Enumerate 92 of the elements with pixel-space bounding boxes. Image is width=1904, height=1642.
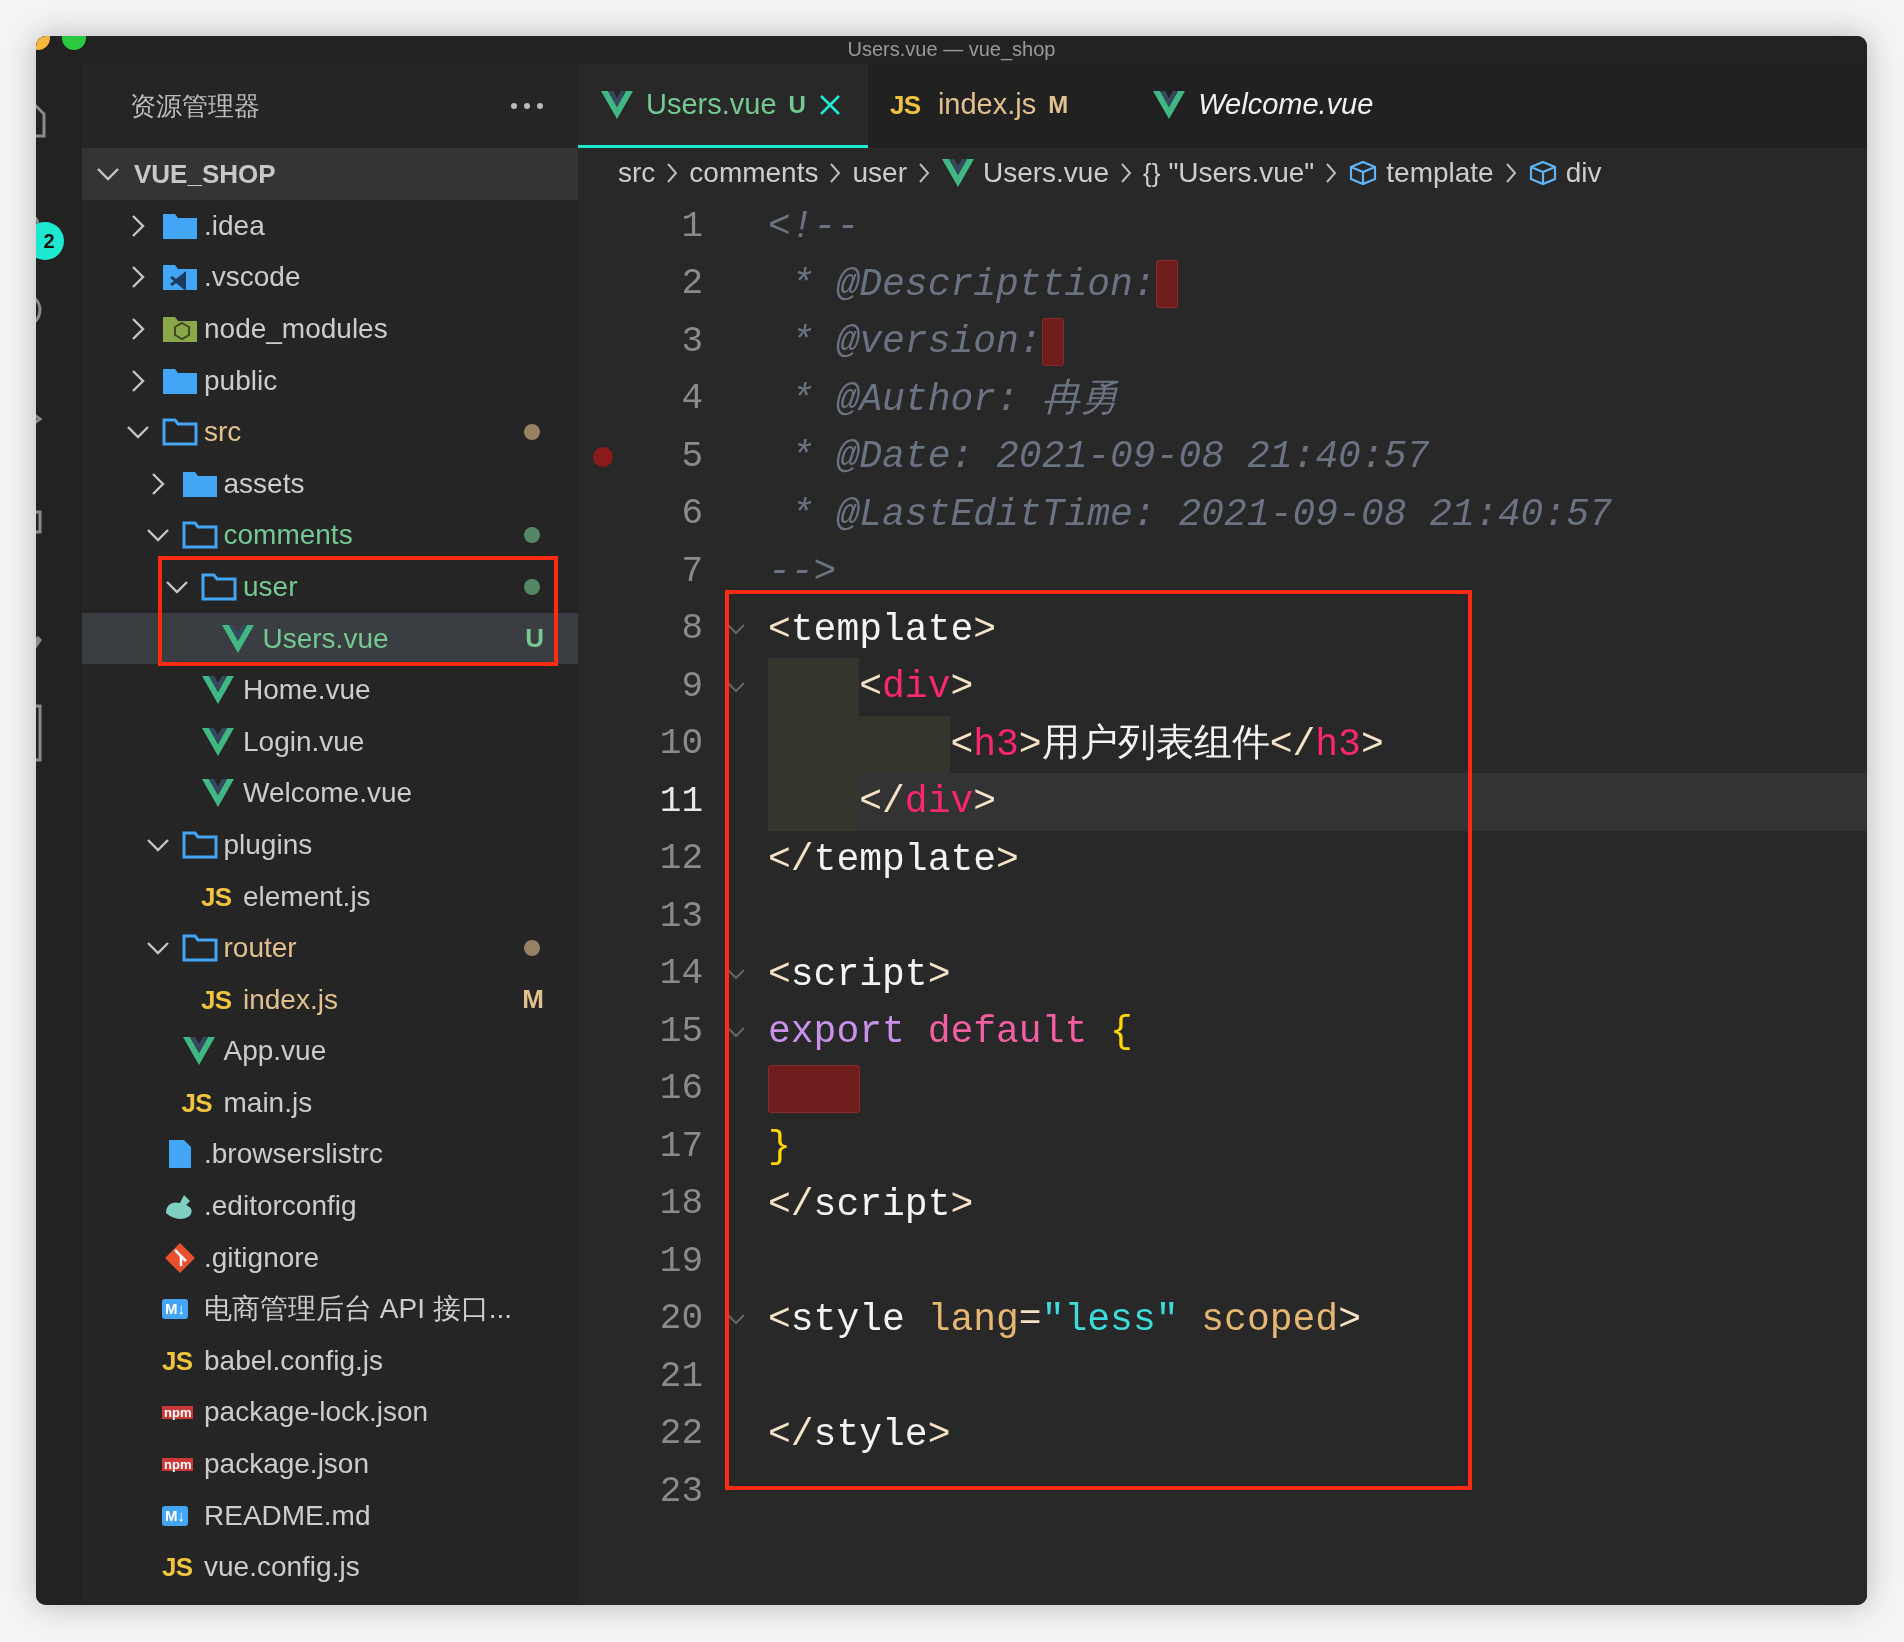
line-number: 4 — [680, 377, 703, 422]
chevron-right-icon — [828, 161, 843, 185]
code-line: * @LastEditTime: 2021-09-08 21:40:57 — [789, 491, 1612, 538]
breadcrumb-item[interactable]: comments — [689, 152, 819, 194]
code-line: </style> — [768, 1411, 951, 1458]
hexagon-folder-icon — [162, 314, 198, 344]
code-line: </div> — [768, 773, 997, 831]
vue-logo-icon — [600, 89, 634, 120]
markdown-file-icon: M↓ — [162, 1299, 188, 1320]
cube-icon — [1527, 160, 1558, 186]
line-number: 2 — [680, 262, 703, 307]
code-line: </script> — [768, 1181, 974, 1228]
breadcrumb-item[interactable]: Users.vue — [982, 152, 1109, 194]
code-line: <template> — [768, 606, 997, 653]
line-number: 9 — [680, 664, 703, 709]
vue-logo-icon — [201, 726, 235, 757]
section-header[interactable]: VUE_SHOP — [82, 148, 578, 200]
chevron-right-icon — [1503, 161, 1518, 185]
chevron-right-icon — [665, 161, 680, 185]
more-actions-icon[interactable] — [510, 102, 544, 110]
js-file-icon: JS — [201, 883, 237, 910]
open-folder-icon — [201, 571, 237, 602]
editor-tab[interactable]: JS index.js M — [867, 64, 1131, 148]
code-line: <style lang="less" scoped> — [768, 1296, 1361, 1343]
chevron-right-icon — [1324, 161, 1339, 185]
vue-logo-icon — [1152, 89, 1187, 120]
open-folder-icon — [181, 933, 218, 964]
line-number: 14 — [658, 952, 703, 997]
code-line: <h3>用户列表组件</h3> — [768, 715, 1384, 773]
js-file-icon: JS — [201, 986, 237, 1013]
line-number: 1 — [680, 204, 703, 249]
line-number: 12 — [658, 837, 703, 882]
breadcrumb-item[interactable]: "Users.vue" — [1168, 152, 1315, 194]
line-number: 8 — [680, 607, 703, 652]
line-number: 21 — [658, 1354, 703, 1399]
npm-file-icon: npm — [162, 1457, 194, 1471]
line-number: 7 — [680, 549, 703, 594]
js-file-icon: JS — [889, 91, 926, 118]
code-line: --> — [768, 549, 837, 596]
line-number: 17 — [658, 1124, 703, 1169]
line-number: 16 — [658, 1067, 703, 1112]
close-icon — [817, 92, 842, 117]
cube-icon — [1348, 160, 1379, 186]
code-line: <div> — [768, 658, 974, 716]
line-number: 22 — [658, 1412, 703, 1457]
breadcrumb-item[interactable]: user — [852, 152, 907, 194]
js-file-icon: JS — [162, 1554, 198, 1581]
open-folder-icon — [162, 417, 198, 448]
editor-tab[interactable]: Users.vue U — [578, 64, 868, 148]
vue-logo-icon — [201, 778, 235, 809]
code-folder-icon — [162, 262, 198, 293]
js-file-icon: JS — [181, 1089, 218, 1116]
notification-badge: 2 — [36, 222, 64, 260]
vue-logo-icon — [181, 1036, 216, 1067]
vue-logo-icon — [940, 158, 975, 188]
line-number: 18 — [658, 1182, 703, 1227]
line-number: 6 — [680, 492, 703, 537]
code-line: </template> — [768, 836, 1019, 883]
line-number: 3 — [680, 319, 703, 364]
code-line: <!-- — [768, 204, 860, 251]
open-folder-icon — [181, 520, 218, 551]
code-line: <script> — [768, 951, 951, 998]
window-title: Users.vue — vue_shop — [847, 37, 1056, 62]
vue-logo-icon — [201, 675, 235, 706]
npm-file-icon: npm — [162, 1405, 194, 1419]
breadcrumb-item[interactable]: div — [1565, 152, 1602, 194]
line-number: 10 — [658, 722, 703, 767]
line-number: 20 — [658, 1297, 703, 1342]
tree-item[interactable]: Users.vue U — [82, 612, 578, 665]
vue-logo-icon — [220, 623, 255, 654]
code-line: * @Descripttion: — [789, 261, 1156, 308]
line-number: 13 — [658, 894, 703, 939]
editor-tab[interactable]: Welcome.vue — [1130, 64, 1436, 148]
breadcrumb-item[interactable]: src — [618, 152, 656, 194]
code-line: } — [768, 1124, 791, 1171]
chevron-right-icon — [1119, 161, 1133, 185]
code-line: export default { — [768, 1009, 1133, 1056]
line-number: 23 — [658, 1469, 703, 1514]
open-folder-icon — [181, 829, 218, 860]
code-line: * @Date: 2021-09-08 21:40:57 — [789, 434, 1430, 481]
markdown-file-icon: M↓ — [162, 1505, 188, 1526]
code-line: * @version: — [789, 319, 1042, 366]
line-number: 11 — [658, 779, 703, 824]
js-file-icon: JS — [162, 1347, 198, 1374]
sidebar-title: 资源管理器 — [130, 89, 260, 123]
line-number: 5 — [680, 434, 703, 479]
braces-icon: {} — [1143, 153, 1161, 193]
breadcrumb-item[interactable]: template — [1386, 152, 1494, 194]
code-line: * @Author: 冉勇 — [789, 376, 1118, 423]
line-number: 19 — [658, 1239, 703, 1284]
chevron-right-icon — [916, 161, 931, 185]
line-number: 15 — [658, 1009, 703, 1054]
